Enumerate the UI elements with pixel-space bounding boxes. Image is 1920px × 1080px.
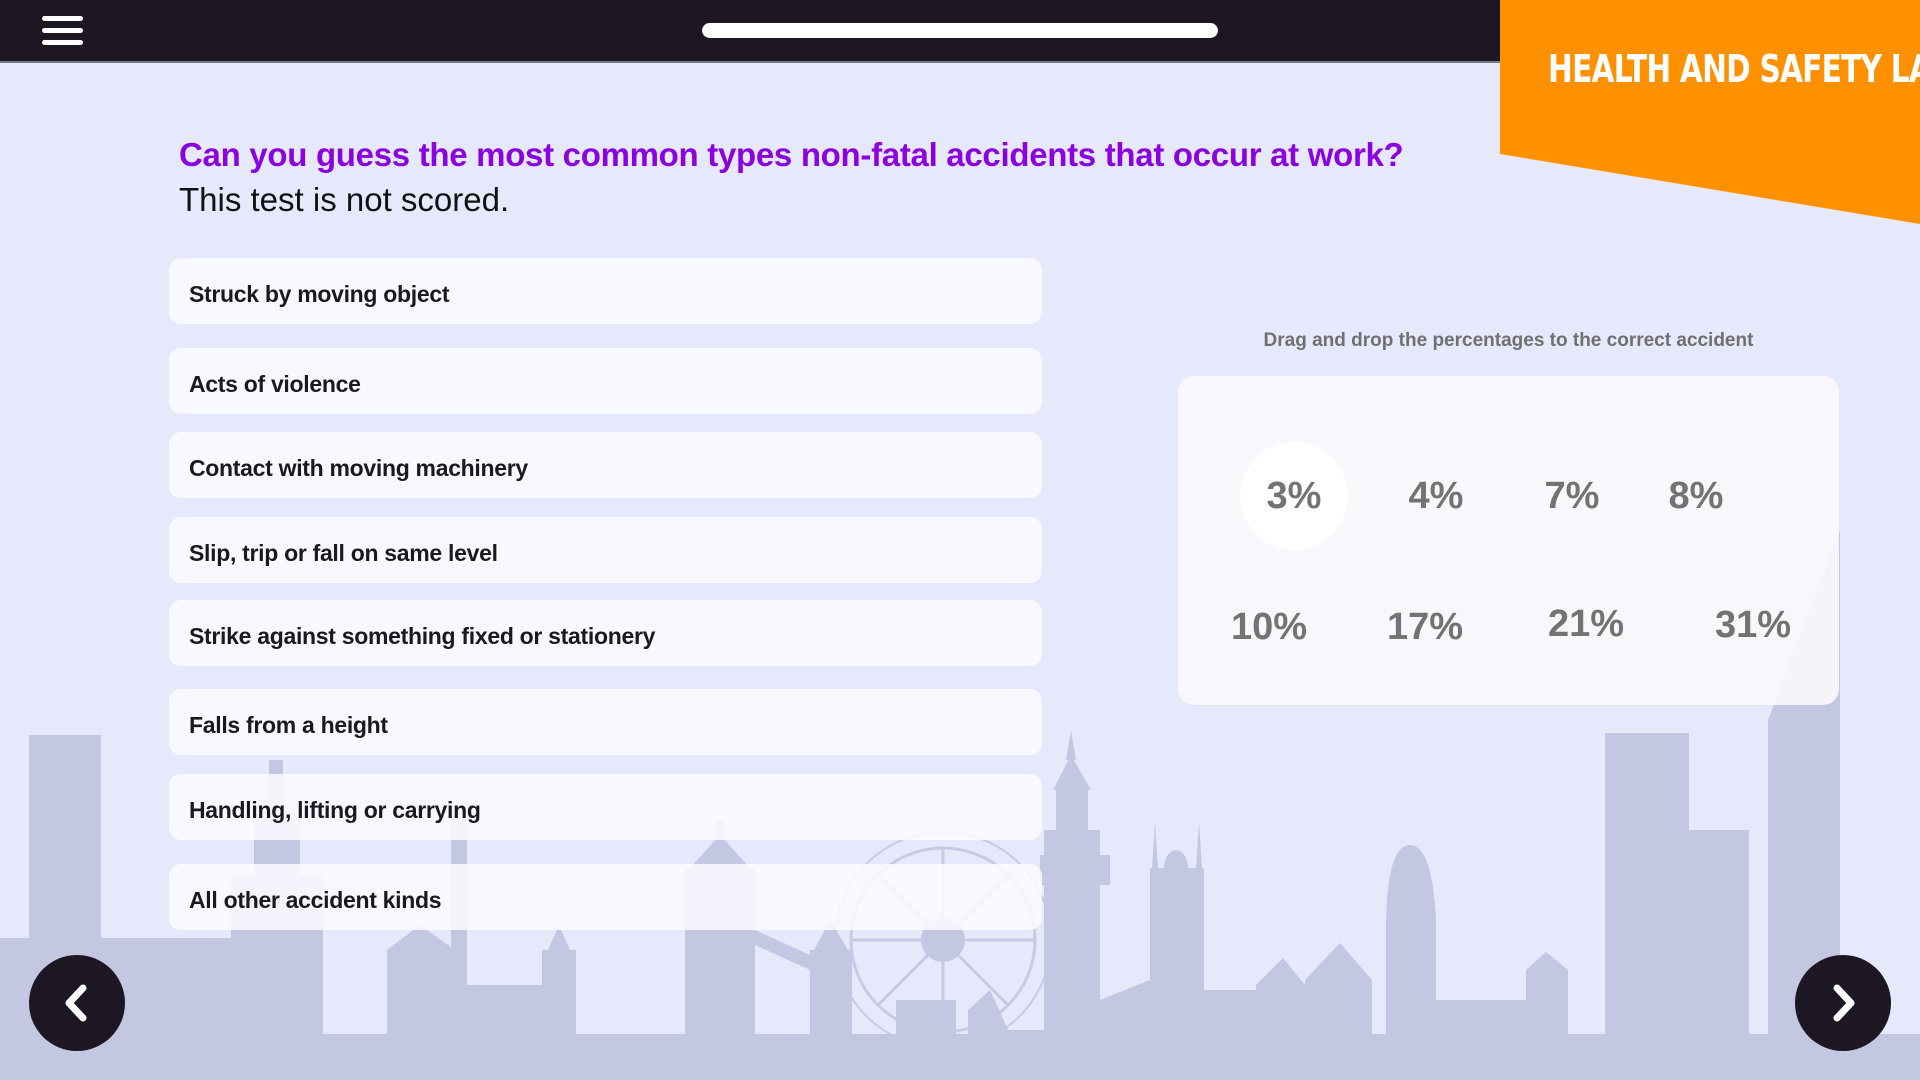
previous-button[interactable] — [29, 955, 125, 1051]
percentage-label: 7% — [1544, 474, 1600, 517]
percentage-draggable[interactable]: 31% — [1693, 571, 1813, 679]
accident-drop-target[interactable]: Slip, trip or fall on same level — [169, 517, 1042, 583]
accident-label: All other accident kinds — [189, 886, 442, 913]
percentage-draggable[interactable]: 10% — [1209, 573, 1329, 681]
accident-drop-target[interactable]: Handling, lifting or carrying — [169, 774, 1042, 840]
hamburger-menu-icon-line — [42, 28, 83, 33]
accident-label: Struck by moving object — [189, 280, 450, 307]
accident-drop-target[interactable]: All other accident kinds — [169, 864, 1042, 930]
percentage-draggable[interactable]: 3% — [1234, 442, 1354, 550]
accident-label: Contact with moving machinery — [189, 454, 528, 481]
percentage-draggable[interactable]: 21% — [1526, 570, 1646, 678]
percentage-label: 8% — [1668, 474, 1724, 517]
percentage-label: 10% — [1230, 605, 1308, 648]
accident-label: Slip, trip or fall on same level — [189, 539, 498, 566]
percentage-label: 21% — [1547, 602, 1625, 645]
accident-label: Falls from a height — [189, 711, 388, 738]
percentage-draggable[interactable]: 8% — [1636, 442, 1756, 550]
question-subtitle: This test is not scored. — [179, 181, 510, 218]
percentage-draggable[interactable]: 7% — [1512, 442, 1632, 550]
percentage-draggable[interactable]: 4% — [1376, 442, 1496, 550]
course-title: HEALTH AND SAFETY LAW — [1548, 47, 1920, 91]
accident-drop-target[interactable]: Falls from a height — [169, 689, 1042, 755]
accident-drop-target[interactable]: Strike against something fixed or statio… — [169, 600, 1042, 666]
next-button[interactable] — [1795, 955, 1891, 1051]
chevron-right-icon — [1833, 984, 1855, 1022]
course-progress-bar — [702, 23, 1218, 38]
percentage-label: 3% — [1266, 474, 1322, 517]
course-progress-fill — [702, 23, 1218, 38]
accident-label: Strike against something fixed or statio… — [189, 622, 656, 649]
chevron-left-icon — [65, 984, 87, 1022]
percentage-label: 17% — [1386, 605, 1464, 648]
accident-drop-target[interactable]: Contact with moving machinery — [169, 432, 1042, 498]
hamburger-menu-icon-line — [42, 16, 83, 21]
hamburger-menu-button[interactable] — [40, 14, 86, 48]
percentage-label: 4% — [1408, 474, 1464, 517]
hamburger-menu-icon-line — [42, 40, 83, 45]
accident-drop-target[interactable]: Acts of violence — [169, 348, 1042, 414]
percentage-draggable[interactable]: 17% — [1365, 573, 1485, 681]
percentages-panel: 3% 4% 7% 8% 10% 17% 21% 31% — [1178, 376, 1839, 705]
accident-label: Handling, lifting or carrying — [189, 796, 481, 823]
accident-label: Acts of violence — [189, 370, 361, 397]
accident-drop-target[interactable]: Struck by moving object — [169, 258, 1042, 324]
percentage-label: 31% — [1714, 603, 1792, 646]
drag-drop-instructions: Drag and drop the percentages to the cor… — [1263, 330, 1754, 351]
question-title: Can you guess the most common types non-… — [179, 136, 1404, 173]
course-title-banner: HEALTH AND SAFETY LAW — [1500, 0, 1920, 224]
banner-shape — [1500, 0, 1920, 224]
